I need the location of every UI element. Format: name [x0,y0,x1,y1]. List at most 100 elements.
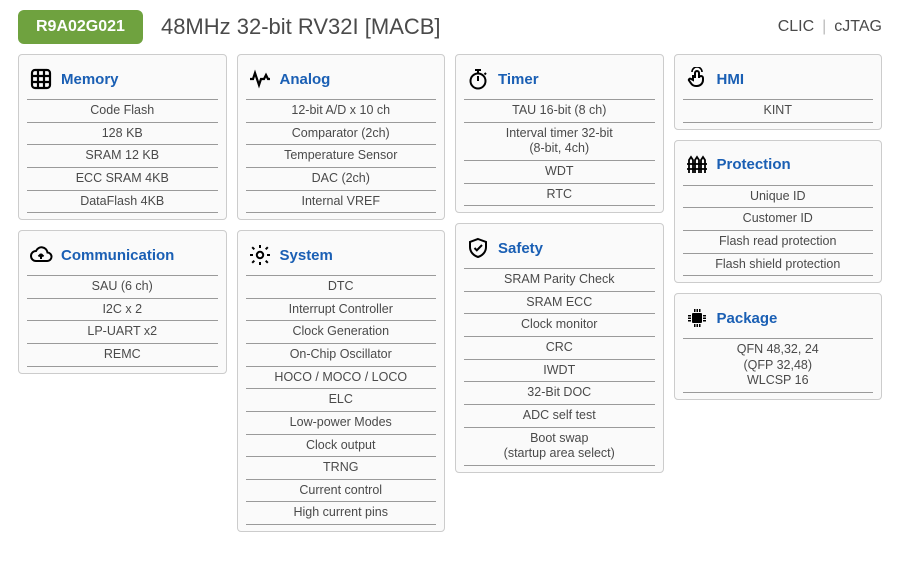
card-protection: Protection Unique IDCustomer IDFlash rea… [674,140,883,284]
card-header: Memory [27,63,218,99]
card-items: SRAM Parity CheckSRAM ECCClock monitorCR… [464,268,655,466]
list-item: TAU 16-bit (8 ch) [464,99,655,123]
wave-icon [248,67,272,91]
card-items: Unique IDCustomer IDFlash read protectio… [683,185,874,277]
list-item: LP-UART x2 [27,321,218,344]
card-timer: Timer TAU 16-bit (8 ch)Interval timer 32… [455,54,664,213]
list-item: ECC SRAM 4KB [27,168,218,191]
card-memory: Memory Code Flash128 KBSRAM 12 KBECC SRA… [18,54,227,220]
card-header: HMI [683,63,874,99]
list-item: RTC [464,184,655,207]
list-item: KINT [683,99,874,123]
card-header: Communication [27,239,218,275]
header-right-2: cJTAG [834,18,882,36]
list-item: Temperature Sensor [246,145,437,168]
card-items: DTCInterrupt ControllerClock GenerationO… [246,275,437,525]
list-item: DAC (2ch) [246,168,437,191]
list-item: Low-power Modes [246,412,437,435]
list-item: ADC self test [464,405,655,428]
column-1: Memory Code Flash128 KBSRAM 12 KBECC SRA… [18,54,227,374]
card-package: Package QFN 48,32, 24(QFP 32,48)WLCSP 16 [674,293,883,400]
card-items: KINT [683,99,874,123]
card-title: Analog [280,71,331,88]
list-item: Flash read protection [683,231,874,254]
list-item: Flash shield protection [683,254,874,277]
list-item: Clock Generation [246,321,437,344]
card-title: HMI [717,71,745,88]
card-title: Communication [61,247,174,264]
gear-icon [248,243,272,267]
card-title: System [280,247,333,264]
list-item: High current pins [246,502,437,525]
column-3: Timer TAU 16-bit (8 ch)Interval timer 32… [455,54,664,473]
column-4: HMI KINT Protection Unique IDCustomer ID… [674,54,883,400]
list-item: Code Flash [27,99,218,123]
list-item: SRAM Parity Check [464,268,655,292]
list-item: IWDT [464,360,655,383]
list-item: 32-Bit DOC [464,382,655,405]
card-items: Code Flash128 KBSRAM 12 KBECC SRAM 4KBDa… [27,99,218,213]
list-item: HOCO / MOCO / LOCO [246,367,437,390]
list-item: Clock monitor [464,314,655,337]
card-analog: Analog 12-bit A/D x 10 chComparator (2ch… [237,54,446,220]
card-safety: Safety SRAM Parity CheckSRAM ECCClock mo… [455,223,664,473]
grid: Memory Code Flash128 KBSRAM 12 KBECC SRA… [18,54,882,532]
list-item: Internal VREF [246,191,437,214]
list-item: On-Chip Oscillator [246,344,437,367]
fence-icon [685,153,709,177]
chip-badge: R9A02G021 [18,10,143,44]
list-item: SRAM ECC [464,292,655,315]
list-item: Interval timer 32-bit(8-bit, 4ch) [464,123,655,161]
list-item: 128 KB [27,123,218,146]
card-header: Analog [246,63,437,99]
list-item: DataFlash 4KB [27,191,218,214]
card-header: Safety [464,232,655,268]
header-right-1: CLIC [778,18,814,36]
list-item: Clock output [246,435,437,458]
list-item: I2C x 2 [27,299,218,322]
list-item: DTC [246,275,437,299]
separator: | [822,18,826,36]
list-item: SRAM 12 KB [27,145,218,168]
card-header: Package [683,302,874,338]
card-header: Timer [464,63,655,99]
shield-check-icon [466,236,490,260]
list-item: REMC [27,344,218,367]
list-item: SAU (6 ch) [27,275,218,299]
card-items: 12-bit A/D x 10 chComparator (2ch)Temper… [246,99,437,213]
touch-icon [685,67,709,91]
list-item: CRC [464,337,655,360]
list-item: TRNG [246,457,437,480]
cloud-upload-icon [29,243,53,267]
card-title: Timer [498,71,539,88]
list-item: 12-bit A/D x 10 ch [246,99,437,123]
list-item: Customer ID [683,208,874,231]
list-item: QFN 48,32, 24(QFP 32,48)WLCSP 16 [683,338,874,393]
list-item: WDT [464,161,655,184]
card-title: Protection [717,156,791,173]
card-items: TAU 16-bit (8 ch)Interval timer 32-bit(8… [464,99,655,206]
chip-icon [685,306,709,330]
card-system: System DTCInterrupt ControllerClock Gene… [237,230,446,532]
card-items: QFN 48,32, 24(QFP 32,48)WLCSP 16 [683,338,874,393]
grid-icon [29,67,53,91]
list-item: Unique ID [683,185,874,209]
list-item: Interrupt Controller [246,299,437,322]
header-right: CLIC | cJTAG [778,18,882,36]
card-title: Safety [498,240,543,257]
card-title: Memory [61,71,119,88]
card-communication: Communication SAU (6 ch)I2C x 2LP-UART x… [18,230,227,374]
list-item: ELC [246,389,437,412]
card-items: SAU (6 ch)I2C x 2LP-UART x2REMC [27,275,218,367]
stopwatch-icon [466,67,490,91]
card-header: System [246,239,437,275]
card-hmi: HMI KINT [674,54,883,130]
header: R9A02G021 48MHz 32-bit RV32I [MACB] CLIC… [18,10,882,44]
list-item: Current control [246,480,437,503]
page-title: 48MHz 32-bit RV32I [MACB] [161,14,778,40]
list-item: Boot swap(startup area select) [464,428,655,466]
column-2: Analog 12-bit A/D x 10 chComparator (2ch… [237,54,446,532]
list-item: Comparator (2ch) [246,123,437,146]
card-title: Package [717,310,778,327]
card-header: Protection [683,149,874,185]
